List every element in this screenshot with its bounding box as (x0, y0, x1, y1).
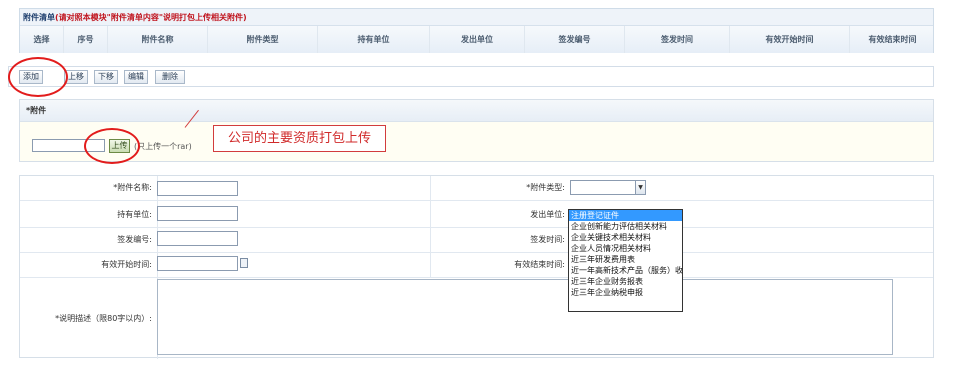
move-up-button[interactable]: 上移 (64, 70, 88, 84)
attachment-list-title: 附件清单(请对照本模块"附件清单内容"说明打包上传相关附件) (20, 9, 933, 26)
annotation-callout: 公司的主要资质打包上传 (213, 125, 386, 152)
issue-code-label: 签发编号: (117, 235, 152, 244)
dropdown-option[interactable]: 近三年企业纳税申报 (569, 287, 682, 298)
move-down-button[interactable]: 下移 (94, 70, 118, 84)
end-time-label: 有效结束时间: (514, 260, 565, 269)
attachment-list-header: 选择 序号 附件名称 附件类型 持有单位 发出单位 签发编号 签发时间 有效开始… (20, 26, 933, 53)
add-button[interactable]: 添加 (19, 70, 43, 84)
holder-input[interactable] (157, 206, 238, 221)
upload-note: (只上传一个rar) (134, 142, 192, 151)
dropdown-option[interactable]: 企业创新能力评估相关材料 (569, 221, 682, 232)
start-time-input[interactable] (157, 256, 238, 271)
column-header-end-time[interactable]: 有效结束时间 (850, 26, 935, 53)
column-header-issue-time[interactable]: 签发时间 (625, 26, 730, 53)
attachment-upload-panel: *附件 上传 (只上传一个rar) (19, 99, 934, 162)
column-header-start-time[interactable]: 有效开始时间 (730, 26, 850, 53)
attachment-toolbar: 添加 上移 下移 编辑 删除 (8, 66, 934, 87)
dropdown-option[interactable]: 近三年企业财务报表 (569, 276, 682, 287)
dropdown-option[interactable]: 企业关键技术相关材料 (569, 232, 682, 243)
upload-button[interactable]: 上传 (109, 139, 130, 153)
description-textarea[interactable] (157, 279, 893, 355)
column-header-issuer[interactable]: 发出单位 (430, 26, 525, 53)
attachment-type-select[interactable]: ▼ (570, 180, 646, 195)
attachment-name-input[interactable] (157, 181, 238, 196)
attachment-name-label: *附件名称: (113, 183, 152, 192)
column-header-type[interactable]: 附件类型 (208, 26, 318, 53)
chevron-down-icon[interactable]: ▼ (635, 181, 645, 194)
column-header-name[interactable]: 附件名称 (108, 26, 208, 53)
column-header-select[interactable]: 选择 (20, 26, 64, 53)
file-path-input[interactable] (32, 139, 105, 152)
edit-button[interactable]: 编辑 (124, 70, 148, 84)
dropdown-option[interactable]: 近三年研发费用表 (569, 254, 682, 265)
attachment-type-label: *附件类型: (526, 183, 565, 192)
attachment-list-panel: 附件清单(请对照本模块"附件清单内容"说明打包上传相关附件) 选择 序号 附件名… (19, 8, 934, 53)
dropdown-option[interactable]: 近一年高新技术产品（服务）收入表 (569, 265, 682, 276)
attachment-list-title-label: 附件清单 (23, 13, 55, 22)
delete-button[interactable]: 删除 (155, 70, 185, 84)
start-time-label: 有效开始时间: (101, 260, 152, 269)
upload-section-title: *附件 (20, 100, 933, 122)
issue-code-input[interactable] (157, 231, 238, 246)
issuer-label: 发出单位: (530, 210, 565, 219)
holder-label: 持有单位: (117, 210, 152, 219)
dropdown-option-selected[interactable]: 注册登记证件 (569, 210, 682, 221)
column-header-code[interactable]: 签发编号 (525, 26, 625, 53)
dropdown-option[interactable]: 企业人员情况相关材料 (569, 243, 682, 254)
description-label: *说明描述（限80字以内）: (55, 314, 152, 323)
attachment-list-title-note: (请对照本模块"附件清单内容"说明打包上传相关附件) (55, 13, 247, 22)
column-header-index[interactable]: 序号 (64, 26, 108, 53)
calendar-icon[interactable] (240, 258, 248, 268)
issue-time-label: 签发时间: (530, 235, 565, 244)
attachment-detail-form: *附件名称: *附件类型: ▼ 持有单位: 发出单位: 签发编号: 签发时间: … (19, 175, 934, 359)
column-header-holder[interactable]: 持有单位 (318, 26, 430, 53)
attachment-type-dropdown-list[interactable]: 注册登记证件 企业创新能力评估相关材料 企业关键技术相关材料 企业人员情况相关材… (568, 209, 683, 312)
